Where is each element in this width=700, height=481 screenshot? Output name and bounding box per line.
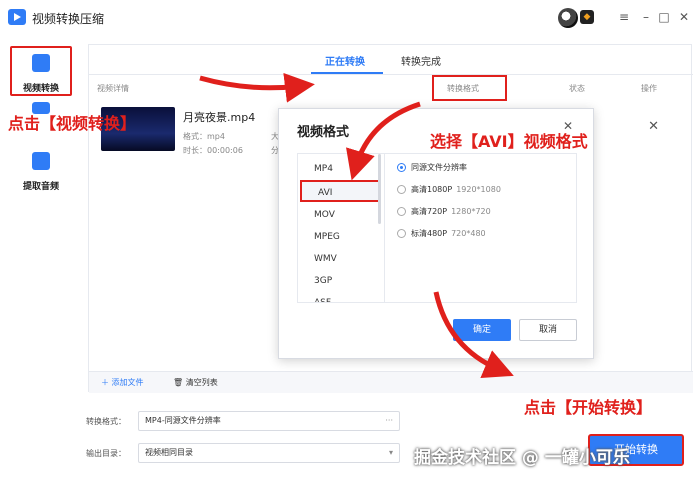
column-header-status: 状态	[569, 84, 585, 93]
radio-icon	[397, 185, 406, 194]
resolution-label: 高清1080P	[411, 185, 453, 194]
resolution-dims: 1920*1080	[456, 185, 501, 194]
clear-list-button[interactable]: 🗑 清空列表	[173, 377, 218, 388]
resolution-dims: 1280*720	[451, 207, 491, 216]
vip-badge-icon[interactable]: ◆	[580, 10, 594, 24]
user-avatar[interactable]	[558, 8, 578, 28]
output-dir-select[interactable]: 视频相同目录 ▾	[138, 443, 400, 463]
output-field-label: 输出目录：	[86, 449, 126, 458]
resolution-option[interactable]: 同源文件分辨率	[397, 162, 467, 173]
column-header-details: 视频详情	[97, 84, 129, 93]
minimize-button[interactable]: –	[638, 9, 654, 25]
file-format: 格式：mp4	[183, 132, 225, 141]
annotation-select-avi: 选择【AVI】视频格式	[430, 132, 588, 151]
format-option-asf[interactable]: ASF	[298, 292, 384, 302]
column-header-actions: 操作	[641, 84, 657, 93]
app-logo-icon	[8, 9, 26, 25]
tab-bar: 正在转换 转换完成	[89, 45, 693, 75]
watermark: 掘金技术社区 @ 一罐小可乐	[414, 448, 630, 468]
format-option-avi[interactable]: AVI	[300, 180, 380, 202]
annotation-click-start: 点击【开始转换】	[524, 398, 653, 417]
clear-list-label: 清空列表	[185, 378, 218, 387]
radio-checked-icon	[397, 163, 406, 172]
dialog-title: 视频格式	[297, 125, 350, 140]
resolution-option[interactable]: 标清480P 720*480	[397, 228, 486, 239]
format-column-highlight	[432, 75, 507, 101]
format-option-mov[interactable]: MOV	[298, 204, 384, 226]
add-file-label: 添加文件	[111, 378, 144, 387]
sidebar-item-extract-audio[interactable]: 提取音频	[10, 146, 72, 196]
sidebar: 视频转换 提取音频	[0, 36, 82, 481]
file-name: 月亮夜景.mp4	[183, 111, 256, 124]
format-option-mpeg[interactable]: MPEG	[298, 226, 384, 248]
dialog-cancel-button[interactable]: 取消	[519, 319, 577, 341]
resolution-label: 高清720P	[411, 207, 448, 216]
radio-icon	[397, 229, 406, 238]
format-field[interactable]: MP4-同源文件分辨率 ···	[138, 411, 400, 431]
format-field-label: 转换格式：	[86, 417, 126, 426]
convert-icon	[32, 54, 50, 72]
format-option-wmv[interactable]: WMV	[298, 248, 384, 270]
resolution-label: 标清480P	[411, 229, 448, 238]
active-tab-indicator	[311, 72, 383, 74]
remove-row-icon[interactable]: ✕	[648, 119, 659, 134]
sidebar-item-video-convert[interactable]: 视频转换	[10, 46, 72, 96]
dialog-ok-button[interactable]: 确定	[453, 319, 511, 341]
audio-extract-icon	[32, 152, 50, 170]
close-button[interactable]: ✕	[676, 9, 692, 25]
resolution-dims: 720*480	[451, 229, 486, 238]
resolution-list: 同源文件分辨率 高清1080P 1920*1080 高清720P 1280*720 …	[385, 153, 577, 303]
more-icon[interactable]: ···	[385, 412, 393, 430]
format-option-mp4[interactable]: MP4	[298, 158, 384, 180]
format-field-value: MP4-同源文件分辨率	[145, 416, 221, 425]
sidebar-item-label: 提取音频	[22, 182, 59, 192]
tab-completed[interactable]: 转换完成	[401, 53, 441, 68]
maximize-button[interactable]: □	[656, 9, 672, 25]
output-dir-value: 视频相同目录	[145, 448, 193, 457]
add-file-button[interactable]: ＋ 添加文件	[101, 377, 144, 388]
app-title: 视频转换压缩	[32, 12, 105, 26]
chevron-down-icon[interactable]: ▾	[389, 444, 393, 462]
radio-icon	[397, 207, 406, 216]
file-duration: 时长：00:00:06	[183, 146, 243, 155]
format-list: MP4 AVI MOV MPEG WMV 3GP ASF	[297, 153, 385, 303]
format-option-3gp[interactable]: 3GP	[298, 270, 384, 292]
tab-converting[interactable]: 正在转换	[325, 53, 365, 68]
scrollbar[interactable]	[378, 154, 381, 224]
title-bar: 视频转换压缩 ◆ ≡ – □ ✕	[0, 0, 700, 36]
annotation-click-convert: 点击【视频转换】	[8, 114, 137, 133]
resolution-label: 同源文件分辨率	[411, 163, 467, 172]
sidebar-item-label: 视频转换	[22, 84, 59, 94]
list-toolbar: ＋ 添加文件 🗑 清空列表	[89, 371, 693, 393]
resolution-option[interactable]: 高清720P 1280*720	[397, 206, 491, 217]
menu-icon[interactable]: ≡	[616, 9, 632, 25]
resolution-option[interactable]: 高清1080P 1920*1080	[397, 184, 501, 195]
